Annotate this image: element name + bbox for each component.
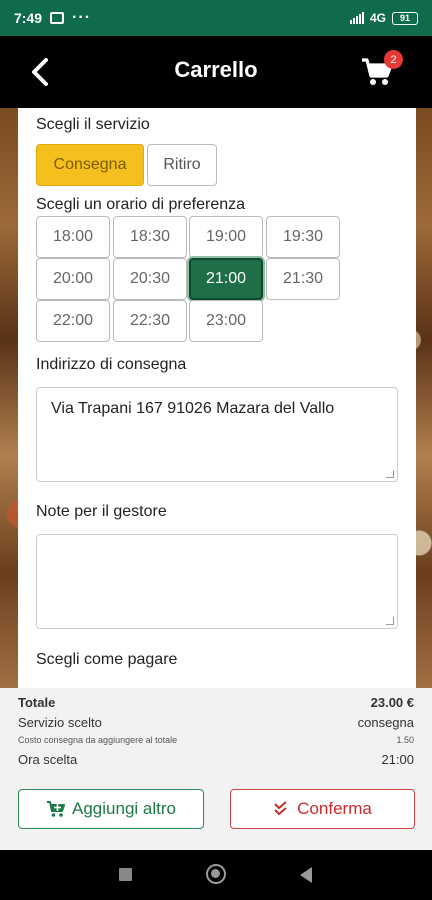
time-slot[interactable]: 20:30	[113, 258, 187, 300]
system-back-icon[interactable]	[300, 867, 312, 883]
time-slot[interactable]: 18:30	[113, 216, 187, 258]
total-value: 23.00 €	[370, 695, 414, 710]
more-notifications-icon: ···	[72, 9, 92, 26]
double-check-icon	[274, 801, 287, 816]
service-summary-value: consegna	[357, 715, 414, 730]
status-time: 7:49	[14, 10, 43, 26]
confirm-label: Conferma	[297, 799, 372, 818]
time-slot[interactable]: 18:00	[36, 216, 110, 258]
time-summary-label: Ora scelta	[18, 752, 78, 767]
payment-label: Scegli come pagare	[36, 651, 178, 668]
service-label: Scegli il servizio	[36, 116, 150, 133]
total-label: Totale	[18, 695, 56, 710]
order-form-card: Scegli il servizio Consegna Ritiro Scegl…	[18, 108, 416, 688]
home-icon[interactable]	[206, 864, 226, 884]
delivery-cost-label: Costo consegna da aggiungere al totale	[18, 735, 178, 745]
address-value: Via Trapani 167 91026 Mazara del Vallo	[51, 400, 335, 417]
time-slot-label: Scegli un orario di preferenza	[36, 196, 246, 213]
time-slot[interactable]: 22:30	[113, 300, 187, 342]
time-slot[interactable]: 19:30	[266, 216, 340, 258]
delivery-cost-row: Costo consegna da aggiungere al totale 1…	[18, 735, 414, 745]
service-option-ritiro[interactable]: Ritiro	[147, 144, 217, 186]
message-icon	[50, 12, 65, 24]
time-slot-selected[interactable]: 21:00	[189, 258, 263, 300]
resize-handle-icon[interactable]	[386, 617, 394, 625]
recent-apps-icon[interactable]	[119, 868, 132, 881]
status-bar: 7:49 ··· 4G 91	[0, 0, 432, 36]
delivery-cost-value: 1.50	[396, 735, 414, 745]
add-more-button[interactable]: Aggiungi altro	[18, 789, 204, 829]
time-slot[interactable]: 19:00	[189, 216, 263, 258]
signal-icon	[349, 12, 364, 24]
cart-plus-icon	[47, 801, 66, 817]
address-label: Indirizzo di consegna	[36, 356, 187, 373]
network-type: 4G	[369, 11, 386, 25]
time-summary-value: 21:00	[381, 752, 414, 767]
service-option-consegna[interactable]: Consegna	[36, 144, 144, 186]
time-slot[interactable]: 22:00	[36, 300, 110, 342]
time-slot[interactable]: 20:00	[36, 258, 110, 300]
battery-level: 91	[399, 13, 410, 23]
cart-count-badge: 2	[384, 50, 403, 69]
service-row: Servizio scelto consegna	[18, 715, 414, 730]
time-row: Ora scelta 21:00	[18, 752, 414, 767]
order-summary: Totale 23.00 € Servizio scelto consegna …	[0, 688, 432, 850]
confirm-button[interactable]: Conferma	[230, 789, 415, 829]
system-nav-bar	[0, 850, 432, 900]
notes-label: Note per il gestore	[36, 503, 167, 520]
resize-handle-icon[interactable]	[386, 470, 394, 478]
time-slot[interactable]: 23:00	[189, 300, 263, 342]
app-header: Carrello 2	[0, 36, 432, 108]
service-summary-label: Servizio scelto	[18, 715, 102, 730]
address-field[interactable]: Via Trapani 167 91026 Mazara del Vallo	[36, 387, 398, 482]
total-row: Totale 23.00 €	[18, 695, 414, 710]
time-slot[interactable]: 21:30	[266, 258, 340, 300]
add-more-label: Aggiungi altro	[72, 799, 176, 818]
battery-icon: 91	[392, 11, 418, 25]
notes-field[interactable]	[36, 534, 398, 629]
